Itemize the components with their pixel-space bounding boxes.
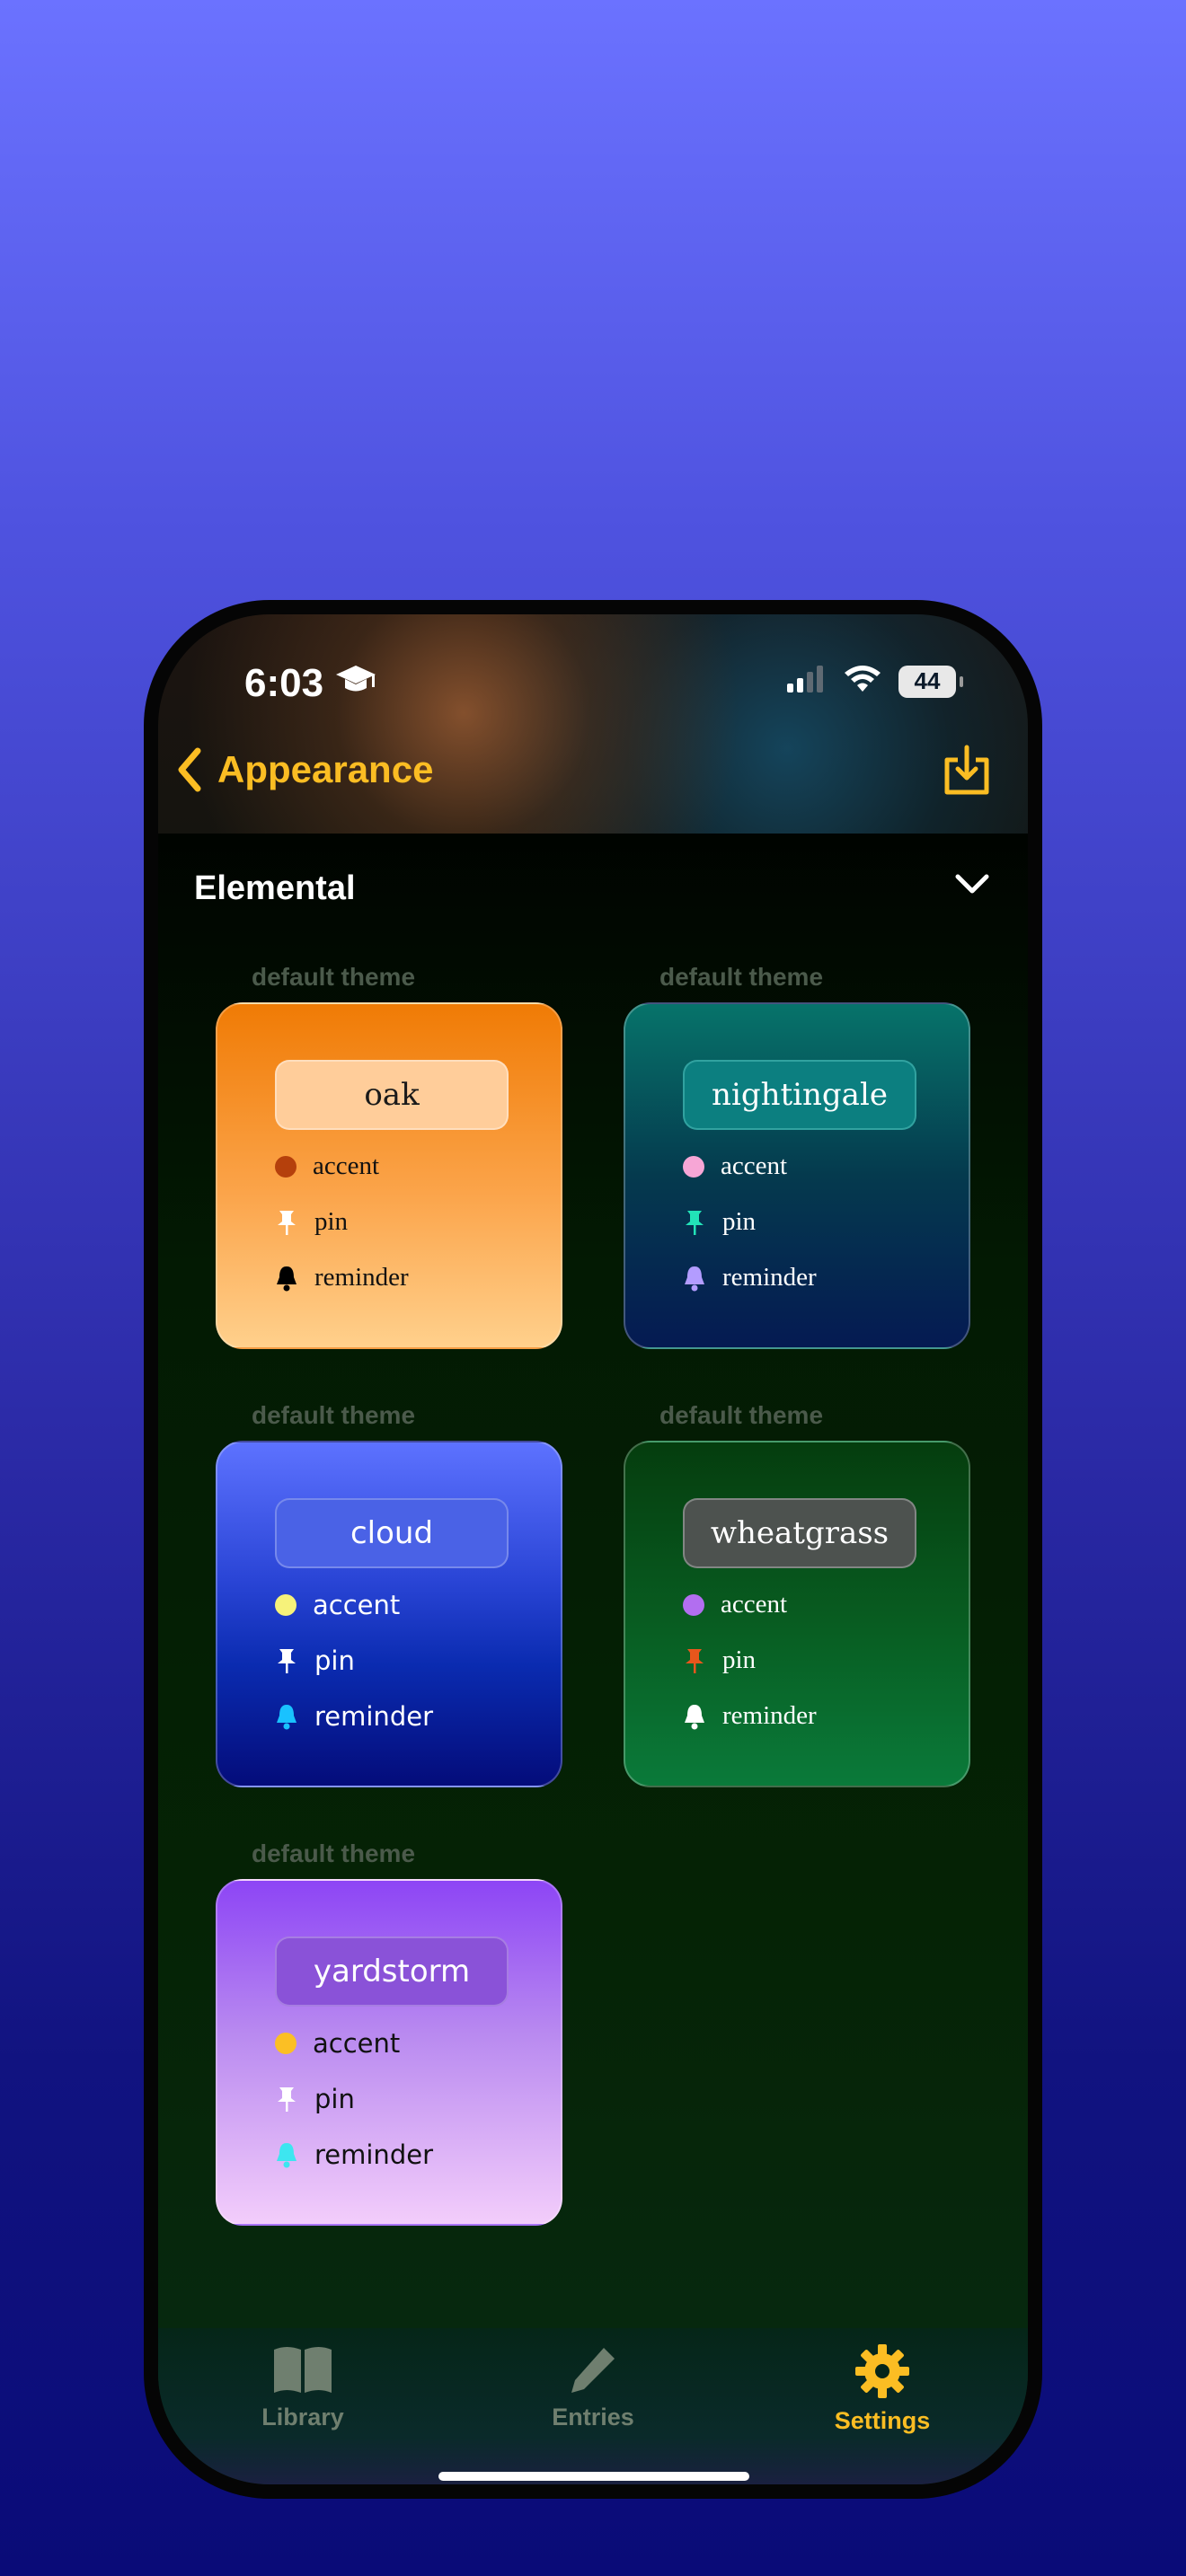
export-button[interactable] xyxy=(942,744,992,802)
pin-row: pin xyxy=(683,1207,756,1237)
bell-icon xyxy=(275,1265,298,1292)
nav-bar: Appearance xyxy=(158,740,1028,821)
pin-row: pin xyxy=(683,1645,756,1675)
accent-row: accent xyxy=(683,1151,787,1181)
section-title: Elemental xyxy=(194,869,356,907)
theme-card-cloud[interactable]: cloud accent pin reminder xyxy=(216,1441,562,1787)
wifi-icon xyxy=(843,665,882,698)
bell-icon xyxy=(275,2141,298,2168)
bell-icon xyxy=(275,1703,298,1730)
tab-bar: Library Entries Settings xyxy=(158,2328,1028,2484)
theme-name: cloud xyxy=(275,1498,509,1568)
tab-settings[interactable]: Settings xyxy=(792,2344,972,2435)
back-label: Appearance xyxy=(217,748,434,790)
battery-icon: 44 xyxy=(898,665,963,698)
screen: 6:03 44 Appearance Elemental default the… xyxy=(158,614,1028,2484)
bell-icon xyxy=(683,1265,706,1292)
accent-row: accent xyxy=(275,2028,400,2059)
accent-row: accent xyxy=(275,1151,379,1181)
theme-label: default theme xyxy=(252,1401,416,1429)
tab-library[interactable]: Library xyxy=(213,2344,393,2431)
pencil-icon xyxy=(571,2348,615,2393)
pin-icon xyxy=(275,1647,298,1674)
theme-card-oak[interactable]: oak accent pin reminder xyxy=(216,1002,562,1349)
theme-label: default theme xyxy=(252,963,416,991)
pin-row: pin xyxy=(275,1207,348,1237)
accent-dot xyxy=(683,1155,704,1178)
reminder-row: reminder xyxy=(683,1263,817,1292)
tab-entries[interactable]: Entries xyxy=(503,2344,683,2431)
accent-row: accent xyxy=(683,1590,787,1619)
accent-dot xyxy=(275,2033,296,2054)
pin-row: pin xyxy=(275,1645,355,1676)
accent-row: accent xyxy=(275,1590,400,1620)
pin-icon xyxy=(683,1209,706,1236)
theme-card-nightingale[interactable]: nightingale accent pin reminder xyxy=(624,1002,970,1349)
theme-card-yardstorm[interactable]: yardstorm accent pin reminder xyxy=(216,1879,562,2226)
theme-name: oak xyxy=(275,1060,509,1130)
accent-dot xyxy=(275,1155,296,1178)
section-header[interactable]: Elemental xyxy=(194,869,992,923)
graduation-cap-icon xyxy=(334,661,377,706)
pin-row: pin xyxy=(275,2084,355,2114)
theme-label: default theme xyxy=(659,963,824,991)
theme-name: yardstorm xyxy=(275,1936,509,2007)
header: 6:03 44 Appearance xyxy=(158,614,1028,834)
phone-frame: 6:03 44 Appearance Elemental default the… xyxy=(144,600,1042,2499)
accent-dot xyxy=(683,1593,704,1616)
bell-icon xyxy=(683,1703,706,1730)
theme-card-wheatgrass[interactable]: wheatgrass accent pin reminder xyxy=(624,1441,970,1787)
back-button[interactable]: Appearance xyxy=(176,747,433,792)
pin-icon xyxy=(275,2086,298,2113)
book-icon xyxy=(274,2347,332,2393)
reminder-row: reminder xyxy=(683,1701,817,1731)
signal-icon xyxy=(787,666,827,697)
status-time: 6:03 xyxy=(244,661,377,706)
reminder-row: reminder xyxy=(275,2139,433,2170)
home-indicator[interactable] xyxy=(438,2472,749,2481)
chevron-left-icon xyxy=(178,747,201,792)
accent-dot xyxy=(275,1594,296,1616)
theme-name: nightingale xyxy=(683,1060,916,1130)
theme-label: default theme xyxy=(252,1839,416,1867)
pin-icon xyxy=(275,1209,298,1236)
theme-name: wheatgrass xyxy=(683,1498,916,1568)
status-indicators: 44 xyxy=(787,665,963,698)
reminder-row: reminder xyxy=(275,1263,409,1292)
gear-icon xyxy=(855,2344,909,2398)
theme-label: default theme xyxy=(659,1401,824,1429)
reminder-row: reminder xyxy=(275,1701,433,1732)
download-tray-icon xyxy=(944,745,989,795)
chevron-down-icon[interactable] xyxy=(952,871,992,903)
pin-icon xyxy=(683,1647,706,1674)
